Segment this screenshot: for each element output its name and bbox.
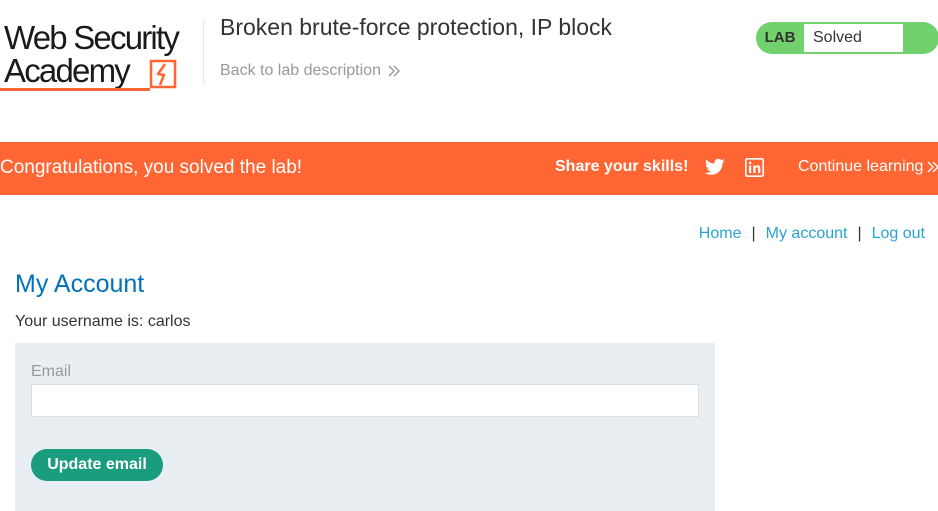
update-email-button[interactable]: Update email [31, 449, 163, 481]
username-text: Your username is: carlos [15, 313, 191, 330]
twitter-icon[interactable] [705, 158, 725, 176]
double-chevron-right-icon [388, 65, 400, 77]
change-email-form: Email Update email [15, 343, 715, 511]
logo-bolt-icon [149, 59, 177, 89]
nav-log-out-link[interactable]: Log out [872, 225, 925, 243]
logo-text-line1: Web Security [4, 19, 180, 56]
lab-status-tag: LAB [764, 29, 796, 46]
linkedin-icon[interactable] [745, 158, 764, 177]
academy-logo[interactable]: Web Security Academy [0, 20, 200, 92]
email-input[interactable] [31, 384, 699, 417]
nav-separator: | [857, 225, 862, 242]
back-link-label: Back to lab description [220, 62, 381, 79]
lab-title: Broken brute-force protection, IP block [220, 14, 613, 40]
header-divider [203, 20, 204, 84]
double-chevron-right-icon [927, 161, 938, 173]
back-to-lab-description-link[interactable]: Back to lab description [220, 62, 401, 80]
nav-separator: | [751, 225, 756, 242]
continue-learning-link[interactable]: Continue learning [798, 158, 938, 176]
share-label: Share your skills! [555, 158, 689, 175]
email-label: Email [31, 363, 72, 380]
page-title: My Account [15, 270, 145, 298]
lab-status-value: Solved [804, 24, 903, 52]
nav-my-account-link[interactable]: My account [766, 225, 848, 243]
banner-message: Congratulations, you solved the lab! [0, 157, 303, 178]
continue-learning-label: Continue learning [798, 158, 924, 175]
nav-home-link[interactable]: Home [699, 225, 742, 243]
top-nav: Home | My account | Log out [699, 225, 925, 243]
solved-banner: Congratulations, you solved the lab! Sha… [0, 142, 938, 195]
logo-text-line2: Academy [4, 52, 131, 89]
logo-underline [0, 88, 150, 91]
